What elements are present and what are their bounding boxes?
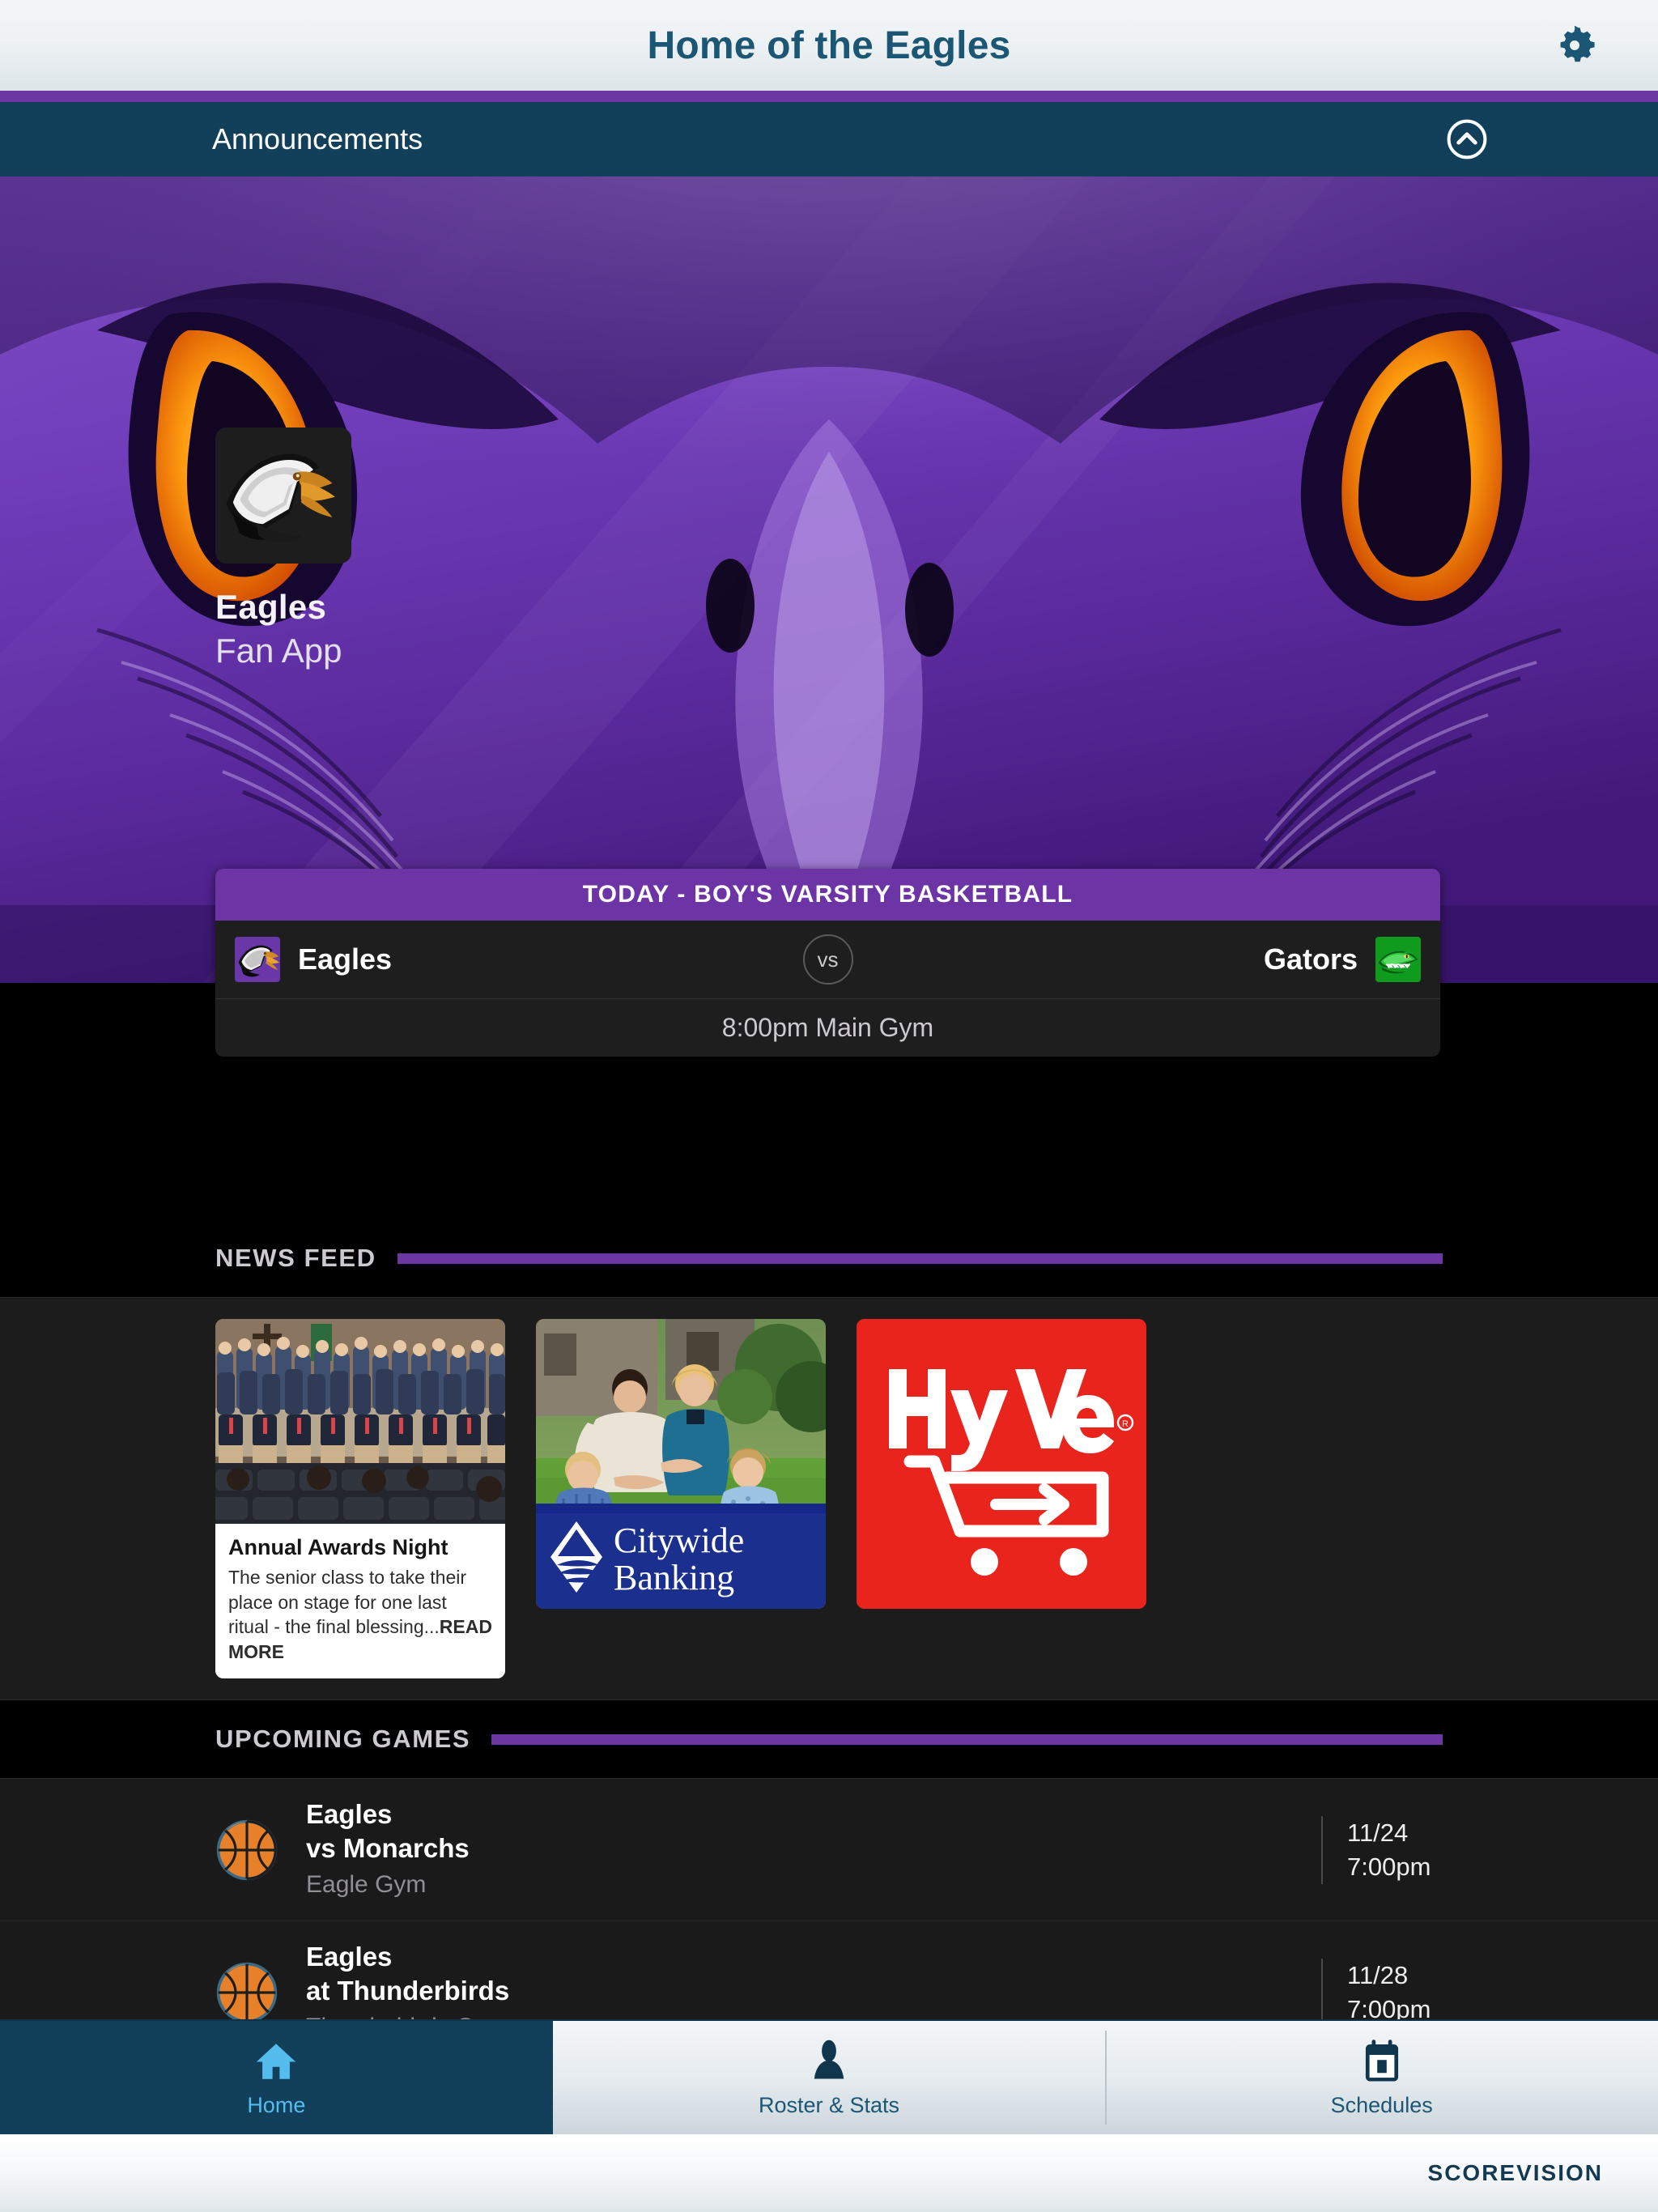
tab-home[interactable]: Home xyxy=(0,2021,553,2134)
news-card-hyvee[interactable]: R xyxy=(857,1319,1146,1609)
upcoming-games-rule xyxy=(491,1733,1443,1745)
bottom-tab-bar: Home Roster & Stats Schedules xyxy=(0,2019,1658,2134)
settings-button[interactable] xyxy=(1550,20,1600,70)
hero-banner: Eagles Fan App xyxy=(0,177,1658,983)
today-game-details: 8:00pm Main Gym xyxy=(215,998,1440,1057)
news-card-body: The senior class to take their place on … xyxy=(228,1565,492,1664)
today-game-header: TODAY - BOY'S VARSITY BASKETBALL xyxy=(215,869,1440,921)
tab-roster-stats-label: Roster & Stats xyxy=(758,2092,900,2117)
svg-text:R: R xyxy=(1122,1419,1129,1429)
news-feed-label: NEWS FEED xyxy=(215,1244,376,1272)
upcoming-game-row-1[interactable]: Eagles vs Monarchs Eagle Gym 11/24 7:00p… xyxy=(0,1778,1658,1921)
eagles-badge-icon xyxy=(235,937,280,982)
chevron-up-circle-icon xyxy=(1447,119,1487,160)
basketball-icon xyxy=(215,1961,278,2024)
news-feed-rule xyxy=(397,1253,1443,1264)
announcements-bar[interactable]: Announcements xyxy=(0,102,1658,177)
person-icon xyxy=(808,2038,850,2085)
news-feed-section-header: NEWS FEED xyxy=(0,1219,1658,1297)
upcoming-game-info-1: Eagles vs Monarchs Eagle Gym xyxy=(306,1797,1321,1902)
upcoming-game-when-1: 11/24 7:00pm xyxy=(1321,1816,1443,1884)
tab-schedules-label: Schedules xyxy=(1330,2092,1433,2117)
calendar-icon xyxy=(1360,2038,1404,2085)
brand-name: Eagles xyxy=(215,588,327,626)
vs-label: vs xyxy=(802,934,853,985)
home-team: Eagles xyxy=(235,937,392,982)
news-card-headline: Annual Awards Night xyxy=(228,1535,449,1559)
scorevision-brand: SCOREVISION xyxy=(1427,2160,1603,2185)
header-accent-strip xyxy=(0,91,1658,102)
upcoming-game-date-2: 11/28 xyxy=(1347,1961,1409,1990)
home-team-name: Eagles xyxy=(298,942,393,976)
gear-icon xyxy=(1560,25,1595,62)
brand-block: Eagles Fan App xyxy=(215,428,351,670)
news-card-text: Annual Awards Night The senior class to … xyxy=(215,1524,505,1679)
tab-schedules[interactable]: Schedules xyxy=(1105,2021,1658,2134)
upcoming-game-venue-1: Eagle Gym xyxy=(306,1870,427,1898)
news-card-citywide-banking[interactable]: Citywide Banking xyxy=(536,1319,826,1609)
tab-roster-stats[interactable]: Roster & Stats xyxy=(552,2021,1106,2134)
upcoming-game-team-1: Eagles xyxy=(306,1799,393,1830)
page-title: Home of the Eagles xyxy=(647,23,1011,67)
footer-bar: SCOREVISION xyxy=(0,2134,1658,2212)
upcoming-game-opponent-1: vs Monarchs xyxy=(306,1833,470,1864)
upcoming-games-section-header: UPCOMING GAMES xyxy=(0,1700,1658,1779)
away-team-name: Gators xyxy=(1263,942,1358,976)
announcements-label: Announcements xyxy=(212,122,423,155)
basketball-icon xyxy=(215,1819,278,1882)
svg-text:Citywide: Citywide xyxy=(614,1521,744,1560)
today-game-matchup: Eagles vs Gators xyxy=(215,921,1440,998)
today-game-card[interactable]: TODAY - BOY'S VARSITY BASKETBALL Eagles … xyxy=(215,869,1440,1057)
app-header: Home of the Eagles xyxy=(0,0,1658,91)
upcoming-games-label: UPCOMING GAMES xyxy=(215,1725,471,1754)
today-game-details-text: 8:00pm Main Gym xyxy=(721,1013,934,1042)
news-card-article[interactable]: Annual Awards Night The senior class to … xyxy=(215,1319,505,1679)
eagle-head-logo xyxy=(215,428,351,564)
svg-text:Banking: Banking xyxy=(614,1558,734,1597)
announcements-collapse-button[interactable] xyxy=(1444,117,1490,162)
upcoming-game-date-1: 11/24 xyxy=(1347,1819,1409,1848)
upcoming-game-when-2: 11/28 7:00pm xyxy=(1321,1959,1443,2027)
today-game-header-label: TODAY - BOY'S VARSITY BASKETBALL xyxy=(582,881,1073,908)
news-card-body-text: The senior class to take their place on … xyxy=(228,1567,467,1638)
app-root: Home of the Eagles Announcements Eagles … xyxy=(0,0,1658,2212)
awards-night-photo xyxy=(215,1319,505,1524)
news-feed-carousel[interactable]: Annual Awards Night The senior class to … xyxy=(0,1297,1658,1701)
home-icon xyxy=(253,2038,300,2085)
brand-subtitle: Fan App xyxy=(215,632,342,670)
away-team: Gators xyxy=(1264,937,1421,982)
gators-badge-icon xyxy=(1375,937,1421,982)
upcoming-game-time-1: 7:00pm xyxy=(1347,1852,1431,1881)
upcoming-game-team-2: Eagles xyxy=(306,1942,393,1972)
upcoming-game-opponent-2: at Thunderbirds xyxy=(306,1976,510,2006)
tab-home-label: Home xyxy=(247,2092,306,2117)
